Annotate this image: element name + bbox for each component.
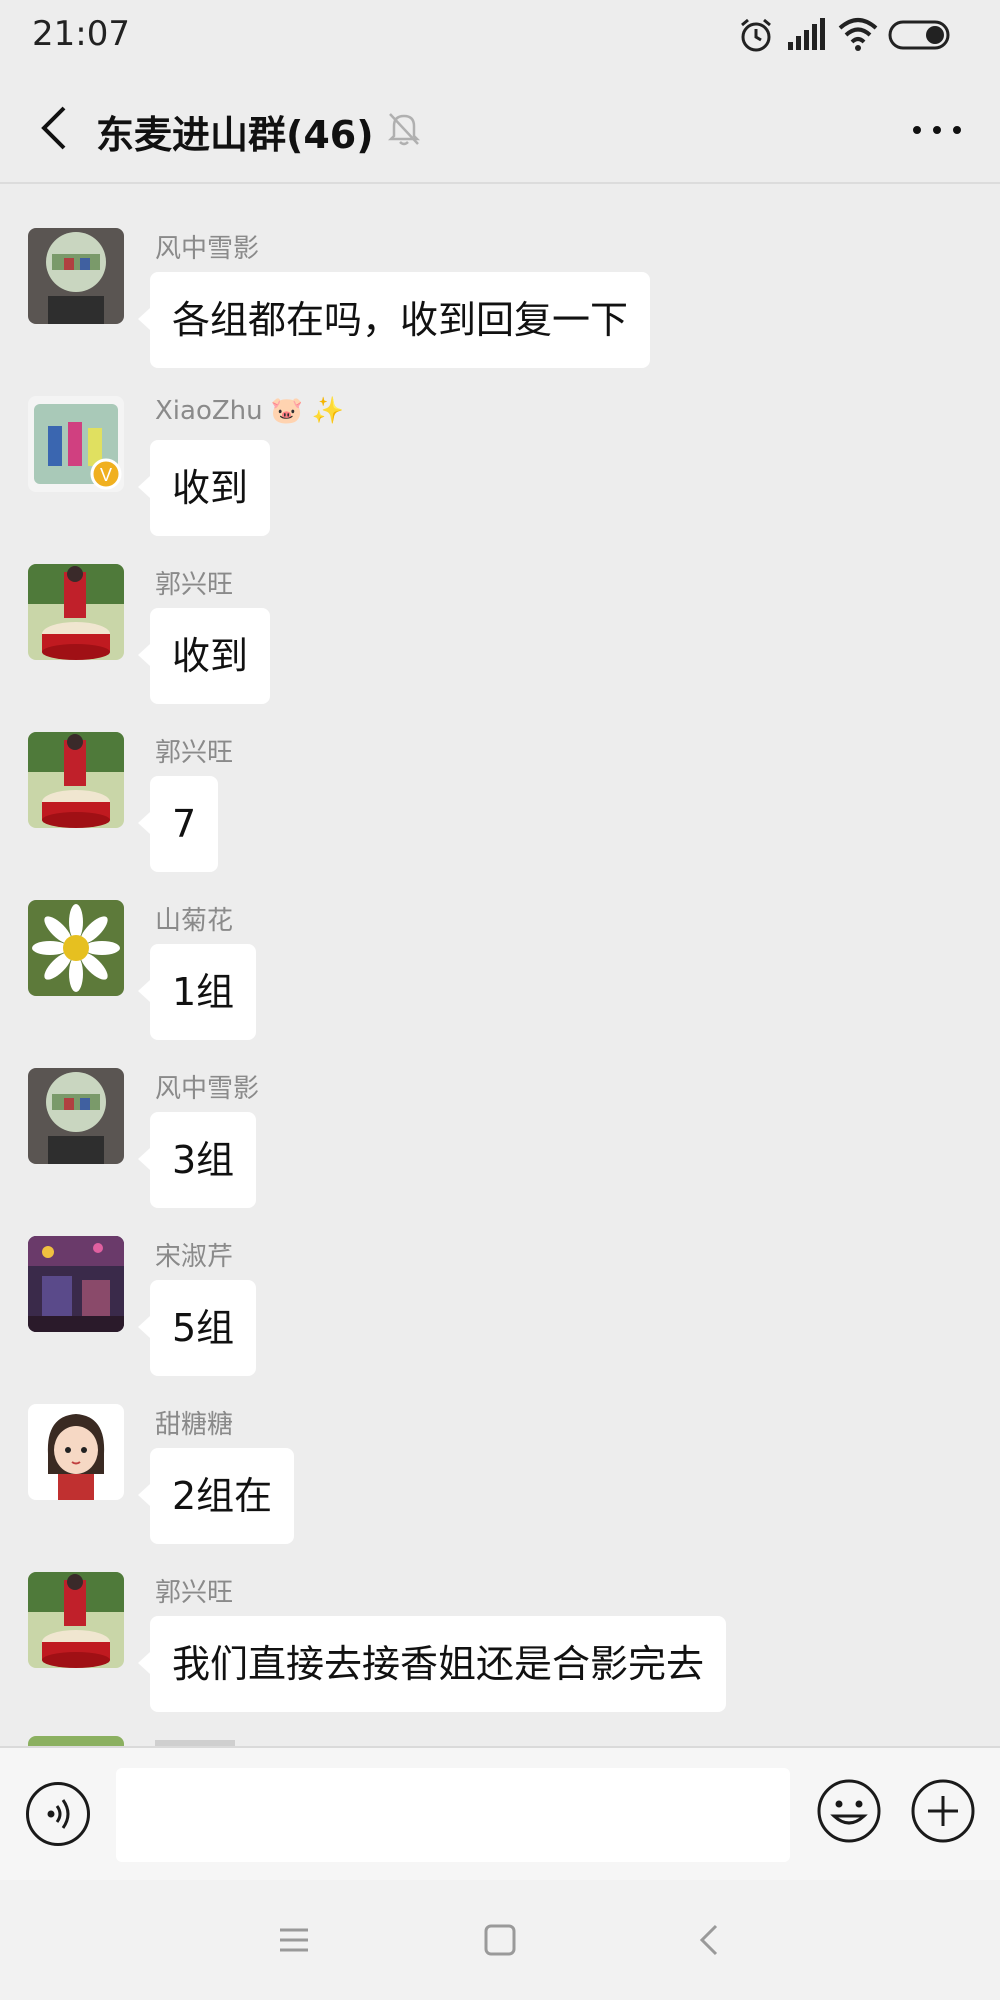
message-item: 风中雪影 各组都在吗，收到回复一下 xyxy=(0,228,1000,388)
avatar[interactable] xyxy=(28,900,124,996)
input-bar xyxy=(0,1746,1000,1880)
emoji-icon[interactable] xyxy=(816,1778,882,1844)
next-message-avatar xyxy=(28,1736,124,1746)
message-item: 山菊花 1组 xyxy=(0,900,1000,1060)
battery-icon xyxy=(888,20,950,50)
cartoon-girl-avatar xyxy=(28,1404,124,1500)
sender-name: 宋淑芹 xyxy=(155,1242,234,1272)
verified-badge: V xyxy=(100,465,112,485)
sender-name: 山菊花 xyxy=(155,906,234,936)
night-scene-avatar xyxy=(28,1236,124,1332)
avatar[interactable] xyxy=(28,1068,124,1164)
drum-photo-avatar xyxy=(28,564,124,660)
status-time: 21:07 xyxy=(32,14,130,54)
sender-name-text: XiaoZhu xyxy=(155,396,263,426)
chat-title: 东麦进山群(46) xyxy=(96,113,374,157)
avatar[interactable] xyxy=(28,1572,124,1668)
back-nav-icon[interactable] xyxy=(686,1916,734,1964)
avatar[interactable] xyxy=(28,228,124,324)
avatar[interactable] xyxy=(28,732,124,828)
voice-icon xyxy=(47,1799,70,1829)
message-bubble[interactable]: 我们直接去接香姐还是合影完去 xyxy=(137,1616,727,1712)
wifi-icon xyxy=(838,18,878,51)
message-item: 郭兴旺 收到 xyxy=(0,564,1000,724)
message-bubble[interactable]: 收到 xyxy=(137,440,271,536)
message-item: 郭兴旺 我们直接去接香姐还是合影完去 xyxy=(0,1572,1000,1732)
message-bubble[interactable]: 各组都在吗，收到回复一下 xyxy=(137,272,651,368)
group-photo-avatar: V xyxy=(28,396,124,492)
sender-name: 风中雪影 xyxy=(155,234,260,264)
chat-header: 东麦进山群(46) xyxy=(0,72,1000,184)
sender-name: 郭兴旺 xyxy=(155,570,234,600)
avatar[interactable]: V xyxy=(28,396,124,492)
home-icon[interactable] xyxy=(476,1916,524,1964)
drum-photo-avatar xyxy=(28,1572,124,1668)
mute-bell-icon xyxy=(387,113,421,146)
drum-photo-avatar xyxy=(28,732,124,828)
status-bar: 21:07 xyxy=(0,0,1000,72)
system-nav-bar xyxy=(0,1880,1000,2000)
status-icons xyxy=(738,16,968,56)
message-bubble[interactable]: 3组 xyxy=(137,1112,257,1208)
sender-name: 郭兴旺 xyxy=(155,1578,234,1608)
message-bubble[interactable]: 收到 xyxy=(137,608,271,704)
message-bubble[interactable]: 5组 xyxy=(137,1280,257,1376)
message-item: 甜糖糖 2组在 xyxy=(0,1404,1000,1564)
message-bubble[interactable]: 7 xyxy=(137,776,219,872)
back-button[interactable] xyxy=(26,98,86,158)
signal-icon xyxy=(788,18,825,50)
daisy-photo-avatar xyxy=(28,900,124,996)
plus-icon[interactable] xyxy=(910,1778,976,1844)
message-item: V XiaoZhu 🐷 ✨ 收到 xyxy=(0,396,1000,556)
chat-messages[interactable]: 风中雪影 各组都在吗，收到回复一下 V XiaoZhu 🐷 ✨ 收到 郭兴旺 收… xyxy=(0,186,1000,1746)
message-item: 郭兴旺 7 xyxy=(0,732,1000,892)
menu-icon[interactable] xyxy=(270,1916,318,1964)
landscape-photo-avatar xyxy=(28,228,124,324)
avatar[interactable] xyxy=(28,1236,124,1332)
landscape-photo-avatar xyxy=(28,1068,124,1164)
sender-name: 风中雪影 xyxy=(155,1074,260,1104)
voice-input-button[interactable] xyxy=(26,1782,90,1846)
avatar[interactable] xyxy=(28,1404,124,1500)
more-options-icon[interactable] xyxy=(902,100,972,160)
sender-name: 郭兴旺 xyxy=(155,738,234,768)
message-bubble[interactable]: 2组在 xyxy=(137,1448,295,1544)
sender-name: XiaoZhu 🐷 ✨ xyxy=(155,396,344,426)
message-item: 宋淑芹 5组 xyxy=(0,1236,1000,1396)
sender-emoji: 🐷 ✨ xyxy=(270,396,344,426)
avatar[interactable] xyxy=(28,564,124,660)
message-item: 风中雪影 3组 xyxy=(0,1068,1000,1228)
message-input[interactable] xyxy=(116,1768,790,1862)
message-bubble[interactable]: 1组 xyxy=(137,944,257,1040)
alarm-icon xyxy=(741,18,771,52)
sender-name: 甜糖糖 xyxy=(155,1410,234,1440)
